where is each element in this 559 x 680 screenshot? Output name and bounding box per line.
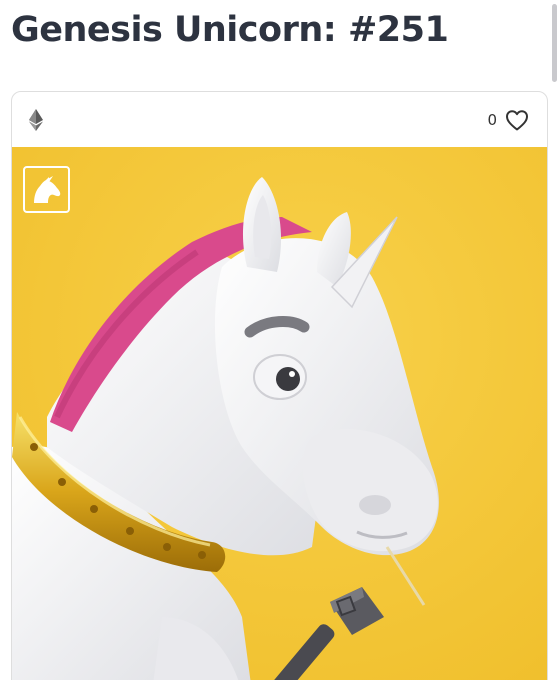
heart-icon[interactable] [505, 109, 529, 131]
page-title: Genesis Unicorn: #251 [11, 10, 449, 50]
unicorn-illustration [12, 147, 547, 680]
nft-card: 0 [11, 91, 548, 680]
collection-badge[interactable] [23, 166, 70, 213]
like-control: 0 [487, 109, 529, 131]
card-header: 0 [12, 92, 547, 147]
unicorn-head-icon [31, 175, 63, 204]
like-count: 0 [487, 110, 497, 129]
ethereum-icon [29, 108, 43, 131]
nft-image[interactable] [12, 147, 547, 680]
scrollbar[interactable] [552, 4, 557, 82]
